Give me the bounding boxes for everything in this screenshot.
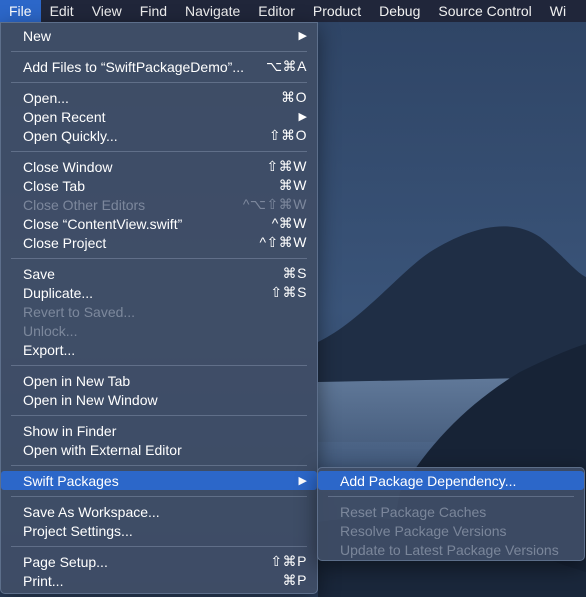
swift-packages-submenu: Add Package Dependency... Reset Package … (317, 467, 585, 561)
menubar-source-control[interactable]: Source Control (429, 0, 540, 22)
menu-item-label: Close Other Editors (23, 196, 146, 213)
menu-item-reset-package-caches: Reset Package Caches (322, 502, 580, 521)
menu-item-label: Duplicate... (23, 284, 94, 301)
menu-item-label: Open Recent (23, 108, 106, 125)
menu-item-export[interactable]: Export... (5, 340, 313, 359)
menu-shortcut: ⌘S (282, 265, 307, 281)
menu-item-add-files[interactable]: Add Files to “SwiftPackageDemo”... ⌥⌘A (5, 57, 313, 76)
menu-item-page-setup[interactable]: Page Setup... ⇧⌘P (5, 552, 313, 571)
menu-item-close-tab[interactable]: Close Tab ⌘W (5, 176, 313, 195)
menu-separator (11, 546, 307, 547)
menu-item-label: Save (23, 265, 55, 282)
menu-shortcut: ⇧⌘S (270, 284, 307, 300)
submenu-arrow-icon: ▶ (298, 111, 307, 123)
menu-item-label: Reset Package Caches (340, 503, 487, 520)
menu-separator (11, 151, 307, 152)
menubar-view[interactable]: View (83, 0, 131, 22)
menu-item-add-package-dependency[interactable]: Add Package Dependency... (318, 471, 584, 490)
menubar-window[interactable]: Wi (541, 0, 575, 22)
menu-item-label: Open Quickly... (23, 127, 118, 144)
menu-shortcut: ⌘P (282, 572, 307, 588)
menu-shortcut: ^⌘W (271, 215, 307, 231)
menu-item-label: Open... (23, 89, 69, 106)
menu-item-label: Export... (23, 341, 76, 358)
menu-item-open-quickly[interactable]: Open Quickly... ⇧⌘O (5, 126, 313, 145)
menu-item-label: Close “ContentView.swift” (23, 215, 183, 232)
menu-item-label: Add Files to “SwiftPackageDemo”... (23, 58, 244, 75)
menu-bar: File Edit View Find Navigate Editor Prod… (0, 0, 586, 22)
menu-item-swift-packages[interactable]: Swift Packages ▶ (1, 471, 317, 490)
menu-item-save-as-workspace[interactable]: Save As Workspace... (5, 502, 313, 521)
menu-separator (11, 465, 307, 466)
menu-item-label: Resolve Package Versions (340, 522, 507, 539)
menu-item-close-other-editors: Close Other Editors ^⌥⇧⌘W (5, 195, 313, 214)
menu-item-print[interactable]: Print... ⌘P (5, 571, 313, 590)
menu-item-label: Open in New Window (23, 391, 158, 408)
menu-item-label: Show in Finder (23, 422, 117, 439)
menu-item-label: Project Settings... (23, 522, 133, 539)
menu-shortcut: ^⇧⌘W (259, 234, 307, 250)
menu-separator (11, 415, 307, 416)
menu-item-open-recent[interactable]: Open Recent ▶ (5, 107, 313, 126)
menu-item-label: Print... (23, 572, 64, 589)
menubar-product[interactable]: Product (304, 0, 370, 22)
menu-shortcut: ⇧⌘W (266, 158, 307, 174)
menu-item-unlock: Unlock... (5, 321, 313, 340)
menubar-edit[interactable]: Edit (41, 0, 83, 22)
menu-item-save[interactable]: Save ⌘S (5, 264, 313, 283)
menu-item-project-settings[interactable]: Project Settings... (5, 521, 313, 540)
menu-item-label: Revert to Saved... (23, 303, 136, 320)
menu-item-label: Open with External Editor (23, 441, 182, 458)
menu-item-label: New (23, 27, 52, 44)
menubar-editor[interactable]: Editor (249, 0, 304, 22)
menubar-file[interactable]: File (0, 0, 41, 22)
menu-shortcut: ⌘W (278, 177, 307, 193)
menu-item-revert: Revert to Saved... (5, 302, 313, 321)
menu-item-close-window[interactable]: Close Window ⇧⌘W (5, 157, 313, 176)
menu-item-label: Close Window (23, 158, 113, 175)
menu-separator (11, 258, 307, 259)
menu-item-label: Save As Workspace... (23, 503, 160, 520)
menu-item-new[interactable]: New ▶ (5, 26, 313, 45)
menu-item-duplicate[interactable]: Duplicate... ⇧⌘S (5, 283, 313, 302)
menu-item-resolve-package-versions: Resolve Package Versions (322, 521, 580, 540)
menu-item-label: Add Package Dependency... (340, 472, 517, 489)
menu-item-update-latest-package-versions: Update to Latest Package Versions (322, 540, 580, 559)
file-menu: New ▶ Add Files to “SwiftPackageDemo”...… (0, 22, 318, 594)
menu-item-show-in-finder[interactable]: Show in Finder (5, 421, 313, 440)
menubar-navigate[interactable]: Navigate (176, 0, 249, 22)
menu-separator (11, 496, 307, 497)
menu-shortcut: ⌘O (281, 89, 307, 105)
menu-item-label: Close Project (23, 234, 107, 251)
menubar-debug[interactable]: Debug (370, 0, 429, 22)
menu-item-open-external-editor[interactable]: Open with External Editor (5, 440, 313, 459)
menu-item-open[interactable]: Open... ⌘O (5, 88, 313, 107)
menu-item-label: Page Setup... (23, 553, 108, 570)
menu-shortcut: ⇧⌘O (268, 127, 307, 143)
menu-separator (11, 82, 307, 83)
menu-separator (11, 365, 307, 366)
menu-item-label: Swift Packages (23, 472, 119, 489)
menu-shortcut: ⌥⌘A (266, 58, 307, 74)
menu-item-label: Open in New Tab (23, 372, 131, 389)
submenu-arrow-icon: ▶ (298, 30, 307, 42)
menu-item-label: Update to Latest Package Versions (340, 541, 559, 558)
menu-item-label: Close Tab (23, 177, 86, 194)
menu-item-label: Unlock... (23, 322, 78, 339)
menu-separator (328, 496, 574, 497)
menubar-find[interactable]: Find (131, 0, 176, 22)
menu-shortcut: ⇧⌘P (270, 553, 307, 569)
submenu-arrow-icon: ▶ (298, 475, 307, 487)
menu-item-open-new-window[interactable]: Open in New Window (5, 390, 313, 409)
menu-shortcut: ^⌥⇧⌘W (242, 196, 307, 212)
menu-item-open-new-tab[interactable]: Open in New Tab (5, 371, 313, 390)
menu-separator (11, 51, 307, 52)
menu-item-close-project[interactable]: Close Project ^⇧⌘W (5, 233, 313, 252)
menu-item-close-contentview[interactable]: Close “ContentView.swift” ^⌘W (5, 214, 313, 233)
